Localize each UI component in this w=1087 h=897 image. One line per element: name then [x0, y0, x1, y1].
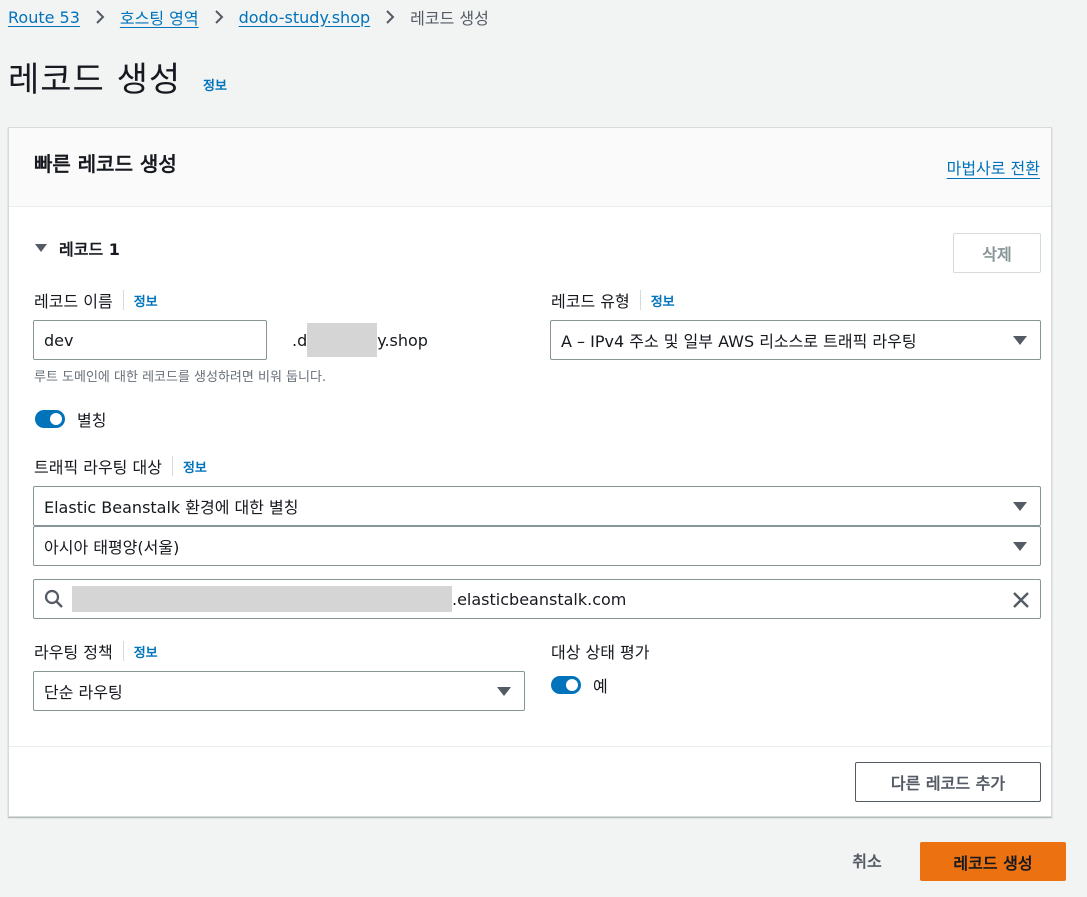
- domain-suffix-end: y.shop: [377, 330, 428, 350]
- record-name-label-text: 레코드 이름: [34, 292, 113, 311]
- routing-policy-select[interactable]: 단순 라우팅: [33, 671, 525, 711]
- close-icon[interactable]: [1011, 590, 1031, 610]
- record-type-value: A – IPv4 주소 및 일부 AWS 리소스로 트래픽 라우팅: [561, 332, 917, 351]
- redacted-mask: [72, 586, 452, 612]
- health-check-value: 예: [593, 677, 608, 696]
- domain-suffix: .d y.shop: [292, 323, 428, 357]
- alias-toggle-row[interactable]: 별칭: [35, 407, 106, 431]
- record-expander[interactable]: 레코드 1: [35, 236, 120, 260]
- region-value: 아시아 태평양(서울): [44, 538, 180, 557]
- caret-down-icon: [1013, 502, 1027, 511]
- create-records-button[interactable]: 레코드 생성: [920, 842, 1066, 881]
- chevron-right-icon: [199, 10, 239, 24]
- switch-to-wizard-link[interactable]: 마법사로 전환: [947, 155, 1040, 179]
- health-check-toggle-row[interactable]: 예: [551, 673, 608, 697]
- record-name-label: 레코드 이름 정보: [34, 288, 158, 312]
- traffic-target-label: 트래픽 라우팅 대상 정보: [34, 454, 207, 478]
- caret-down-icon: [1013, 336, 1027, 345]
- caret-down-icon: [1013, 542, 1027, 551]
- endpoint-type-select[interactable]: Elastic Beanstalk 환경에 대한 별칭: [33, 486, 1041, 526]
- routing-policy-value: 단순 라우팅: [44, 683, 123, 702]
- record-name-hint: 루트 도메인에 대한 레코드를 생성하려면 비워 둡니다.: [34, 370, 327, 385]
- health-check-label: 대상 상태 평가: [551, 643, 650, 662]
- record-name-value: dev: [44, 330, 74, 350]
- page-info-link[interactable]: 정보: [203, 75, 227, 94]
- breadcrumb: Route 53 호스팅 영역 dodo-study.shop 레코드 생성: [8, 4, 489, 30]
- panel-title: 빠른 레코드 생성: [34, 152, 177, 176]
- chevron-right-icon: [370, 10, 410, 24]
- domain-suffix-start: .d: [292, 330, 308, 350]
- record-type-info-link[interactable]: 정보: [639, 290, 675, 310]
- quick-create-panel: 빠른 레코드 생성 마법사로 전환 레코드 1 삭제 레코드 이름 정보 dev…: [8, 127, 1052, 817]
- environment-suffix: .elasticbeanstalk.com: [452, 589, 627, 609]
- breadcrumb-zone[interactable]: dodo-study.shop: [239, 8, 371, 27]
- endpoint-type-value: Elastic Beanstalk 환경에 대한 별칭: [44, 498, 299, 517]
- routing-policy-label: 라우팅 정책 정보: [34, 639, 158, 663]
- page-title: 레코드 생성: [8, 60, 182, 100]
- caret-down-icon: [35, 244, 47, 252]
- environment-search-input[interactable]: .elasticbeanstalk.com: [33, 579, 1041, 619]
- health-check-toggle[interactable]: [551, 676, 581, 694]
- search-icon: [44, 589, 64, 609]
- caret-down-icon: [497, 687, 511, 696]
- record-type-label: 레코드 유형 정보: [551, 288, 675, 312]
- traffic-target-info-link[interactable]: 정보: [171, 456, 207, 476]
- traffic-target-label-text: 트래픽 라우팅 대상: [34, 458, 162, 477]
- breadcrumb-current: 레코드 생성: [410, 9, 489, 28]
- breadcrumb-route53[interactable]: Route 53: [8, 8, 80, 27]
- record-type-label-text: 레코드 유형: [551, 292, 630, 311]
- breadcrumb-hosted-zones[interactable]: 호스팅 영역: [120, 5, 199, 29]
- alias-label: 별칭: [77, 411, 107, 430]
- panel-header: 빠른 레코드 생성 마법사로 전환: [9, 128, 1051, 207]
- cancel-button[interactable]: 취소: [836, 840, 898, 880]
- record-type-select[interactable]: A – IPv4 주소 및 일부 AWS 리소스로 트래픽 라우팅: [550, 320, 1041, 360]
- delete-record-button[interactable]: 삭제: [953, 233, 1041, 273]
- add-record-button[interactable]: 다른 레코드 추가: [855, 762, 1041, 802]
- redacted-mask: [307, 323, 378, 357]
- alias-toggle[interactable]: [35, 410, 65, 428]
- region-select[interactable]: 아시아 태평양(서울): [33, 526, 1041, 566]
- record-name-info-link[interactable]: 정보: [122, 290, 158, 310]
- record-name-input[interactable]: dev: [33, 320, 267, 360]
- routing-policy-info-link[interactable]: 정보: [122, 641, 158, 661]
- chevron-right-icon: [80, 10, 120, 24]
- routing-policy-label-text: 라우팅 정책: [34, 643, 113, 662]
- record-title: 레코드 1: [59, 240, 120, 259]
